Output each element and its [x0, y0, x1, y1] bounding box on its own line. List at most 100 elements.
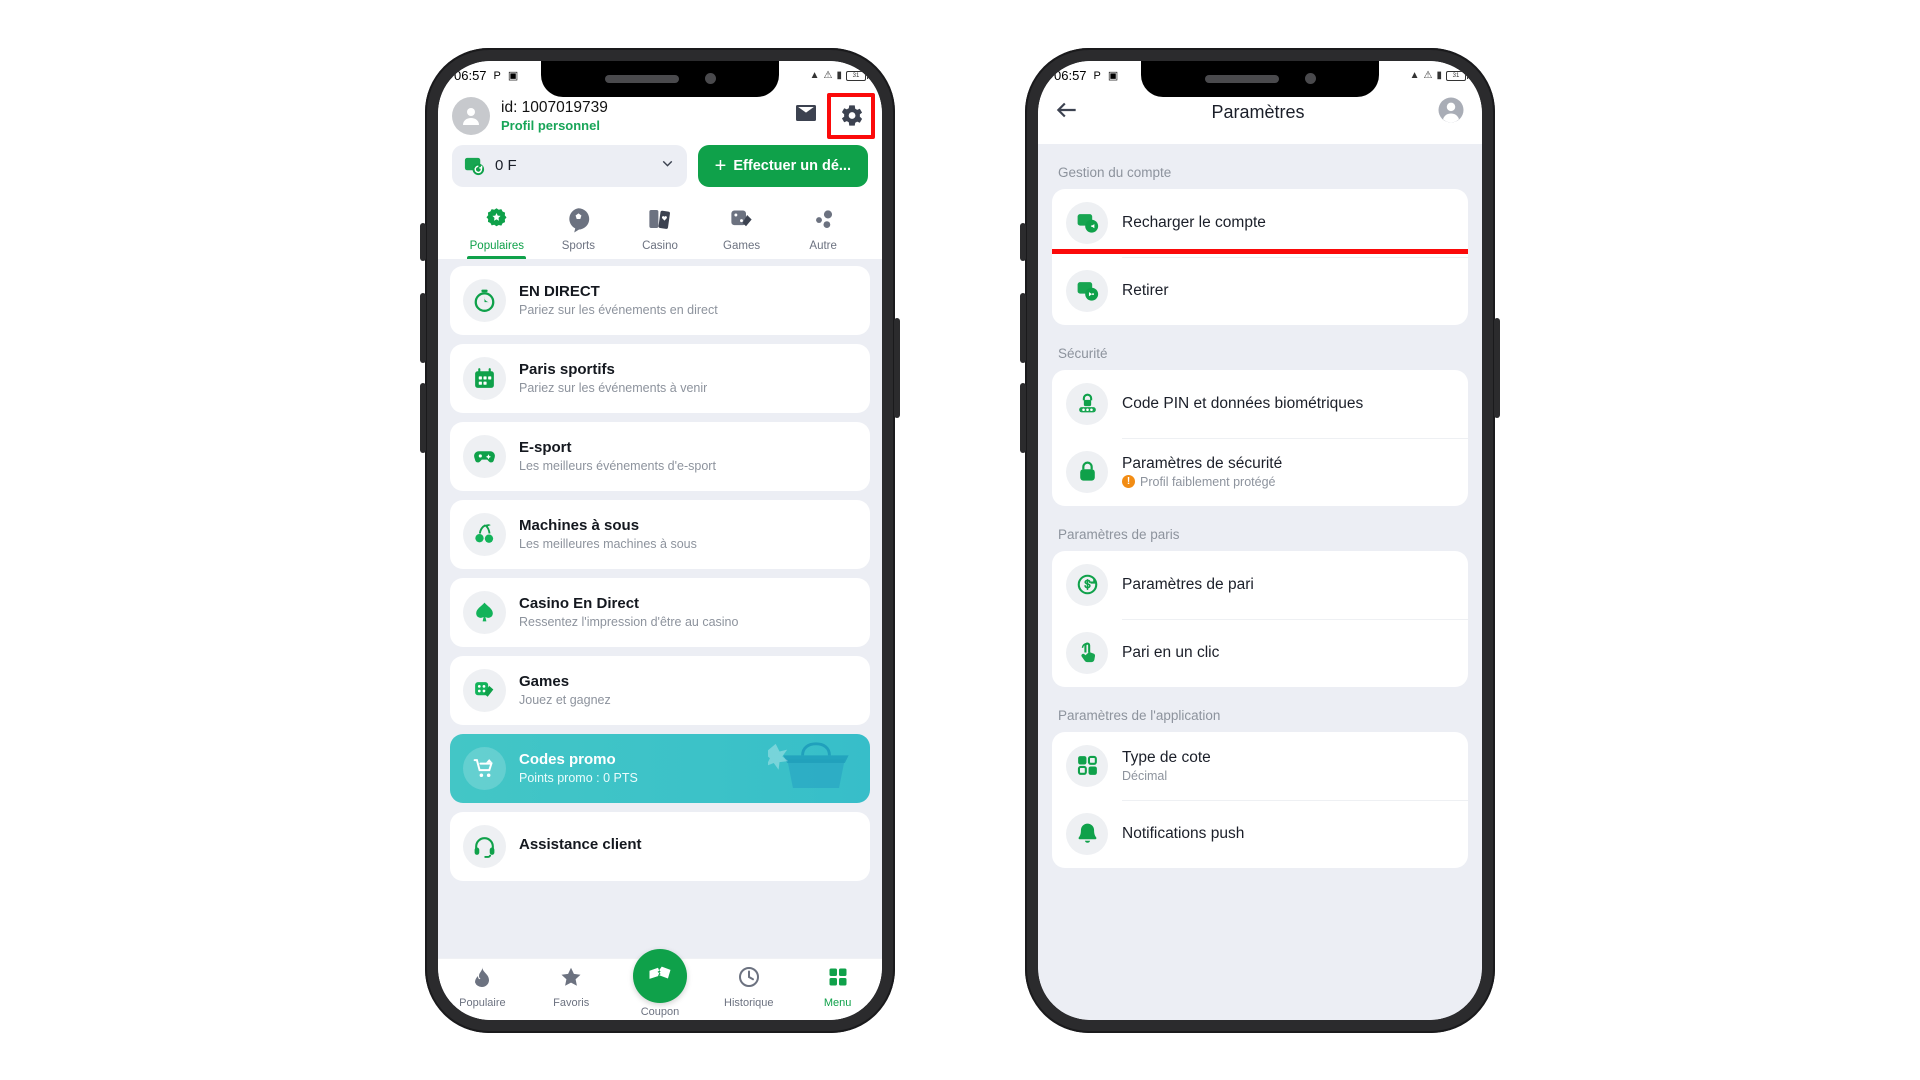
settings-gear-button[interactable]	[827, 92, 875, 139]
card-codes-promo[interactable]: Codes promo Points promo : 0 PTS	[450, 733, 870, 803]
row-parametres-de-pari[interactable]: Paramètres de pari	[1052, 551, 1468, 619]
phone-volume-up	[420, 292, 426, 363]
promo-decoration	[768, 741, 849, 788]
stopwatch-icon	[463, 278, 506, 322]
profile-subtitle: Profil personnel	[501, 117, 600, 133]
tab-label: Casino	[642, 239, 678, 252]
battery-icon: 31	[1446, 70, 1468, 81]
wallet-icon	[463, 154, 486, 177]
phone-power-button	[894, 317, 900, 418]
gamepad-icon	[463, 434, 506, 478]
deposit-button[interactable]: + Effectuer un dé...	[697, 144, 868, 187]
row-title: Type de cote	[1122, 748, 1211, 766]
phone-volume-down	[1020, 382, 1026, 453]
front-camera	[1304, 73, 1316, 84]
avatar[interactable]	[452, 96, 490, 135]
nav-label: Menu	[823, 996, 852, 1009]
nav-populaire[interactable]: Populaire	[438, 965, 527, 1009]
nav-label: Historique	[724, 996, 774, 1009]
status-time: 06:57	[454, 68, 487, 83]
card-subtitle: Pariez sur les événements en direct	[519, 303, 718, 317]
home-card-list: EN DIRECT Pariez sur les événements en d…	[438, 259, 882, 1020]
cards-icon	[646, 205, 673, 235]
headset-icon	[463, 824, 506, 868]
phone-volume-down	[420, 382, 426, 453]
dollar-refresh-icon	[1066, 563, 1108, 606]
nav-label: Favoris	[553, 996, 590, 1009]
nav-favoris[interactable]: Favoris	[527, 965, 616, 1009]
wallet-withdraw-icon	[1066, 269, 1108, 312]
tab-populaires[interactable]: Populaires	[456, 201, 538, 259]
row-retirer[interactable]: Retirer	[1052, 248, 1468, 325]
section-card-account: Recharger le compte Retirer	[1052, 188, 1468, 325]
wallet-selector[interactable]: 0 F	[452, 144, 687, 187]
row-recharger-le-compte[interactable]: Recharger le compte	[1052, 189, 1468, 257]
signal-icon: ⚠	[1423, 70, 1433, 81]
fire-icon	[470, 965, 494, 994]
mail-icon[interactable]	[794, 101, 818, 130]
settings-sections: Gestion du compte Recharger le compte Re…	[1038, 144, 1482, 1020]
chevron-down-icon[interactable]	[659, 155, 676, 177]
card-casino-en-direct[interactable]: Casino En Direct Ressentez l'impression …	[450, 577, 870, 647]
phone-left: 06:57 P ▣ ▲ ⚠ ▮ 31 id: 1007019739 Profil…	[420, 47, 900, 1033]
card-subtitle: Les meilleures machines à sous	[519, 537, 697, 551]
row-title: Paramètres de sécurité	[1122, 454, 1283, 472]
phone-mute-switch	[1020, 222, 1026, 261]
screen-cast-icon: ▣	[1107, 70, 1119, 82]
account-circle-icon[interactable]	[1436, 95, 1466, 130]
card-paris-sportifs[interactable]: Paris sportifs Pariez sur les événements…	[450, 343, 870, 413]
balance-amount: 0 F	[495, 157, 517, 174]
retirer-highlight-box	[1052, 248, 1468, 325]
coupon-fab-button[interactable]	[632, 948, 687, 1003]
card-title: Paris sportifs	[519, 361, 615, 378]
row-notifications-push[interactable]: Notifications push	[1052, 799, 1468, 868]
nav-historique[interactable]: Historique	[704, 965, 793, 1009]
card-title: Casino En Direct	[519, 595, 640, 612]
deposit-label: Effectuer un dé...	[733, 157, 851, 174]
card-e-sport[interactable]: E-sport Les meilleurs événements d'e-spo…	[450, 421, 870, 491]
row-parametres-de-securite[interactable]: Paramètres de sécurité ! Profil faibleme…	[1052, 437, 1468, 506]
arrow-left-icon[interactable]	[1054, 97, 1080, 128]
front-camera	[704, 73, 716, 84]
status-time: 06:57	[1054, 68, 1087, 83]
clock-icon	[737, 965, 761, 994]
dots-icon	[810, 205, 837, 235]
card-subtitle: Les meilleurs événements d'e-sport	[519, 459, 716, 473]
calendar-icon	[463, 356, 506, 400]
card-games[interactable]: Games Jouez et gagnez	[450, 655, 870, 725]
nav-coupon[interactable]: Coupon	[616, 948, 705, 1018]
card-title: EN DIRECT	[519, 283, 600, 300]
card-title: Assistance client	[519, 836, 642, 853]
star-gear-icon	[483, 205, 510, 235]
card-en-direct[interactable]: EN DIRECT Pariez sur les événements en d…	[450, 265, 870, 335]
card-machines-a-sous[interactable]: Machines à sous Les meilleures machines …	[450, 499, 870, 569]
settings-page: 06:57 P ▣ ▲ ⚠ ▮ 31 Paramètres Gestion du…	[1038, 60, 1482, 1020]
tab-sports[interactable]: Sports	[538, 201, 620, 259]
phone-mute-switch	[420, 222, 426, 261]
card-title: Games	[519, 673, 570, 690]
row-title: Code PIN et données biométriques	[1122, 394, 1364, 412]
row-type-de-cote[interactable]: Type de cote Décimal	[1052, 732, 1468, 800]
phone-volume-up	[1020, 292, 1026, 363]
nav-label: Coupon	[640, 1005, 680, 1018]
page-title: Paramètres	[1211, 101, 1305, 122]
tab-casino[interactable]: Casino	[619, 201, 701, 259]
card-subtitle: Pariez sur les événements à venir	[519, 381, 708, 395]
battery-icon: 31	[846, 70, 868, 81]
row-code-pin[interactable]: Code PIN et données biométriques	[1052, 370, 1468, 438]
nav-label: Populaire	[459, 996, 506, 1009]
tab-games[interactable]: Games	[701, 201, 783, 259]
section-label: Paramètres de l'application	[1058, 707, 1221, 723]
tab-autre[interactable]: Autre	[782, 201, 864, 259]
fingerprint-lock-icon	[1066, 382, 1108, 425]
nav-menu[interactable]: Menu	[793, 965, 882, 1009]
bottom-navigation: Populaire Favoris Coupon Historique Menu	[438, 948, 882, 1020]
wifi-icon: ▲	[1409, 70, 1420, 81]
phone-notch-left	[541, 60, 779, 97]
cart-icon	[463, 746, 506, 790]
grid-four-icon	[1066, 744, 1108, 787]
row-subtitle-wrapper: ! Profil faiblement protégé	[1122, 475, 1282, 489]
card-assistance-client[interactable]: Assistance client	[450, 811, 870, 881]
row-pari-en-un-clic[interactable]: Pari en un clic	[1052, 618, 1468, 687]
profile-row[interactable]: id: 1007019739 Profil personnel	[452, 91, 875, 145]
